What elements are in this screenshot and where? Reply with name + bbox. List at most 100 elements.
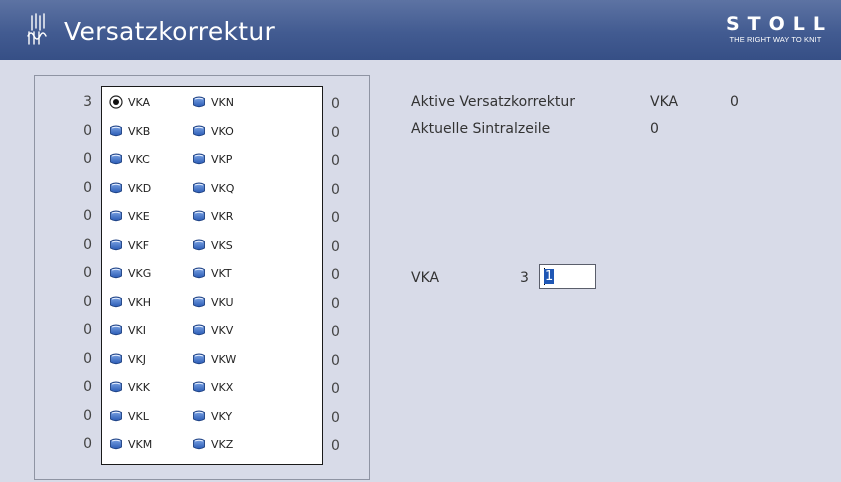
radio-unselected-icon	[192, 124, 206, 138]
option-vkw[interactable]: VKW	[192, 351, 236, 367]
option-vkt[interactable]: VKT	[192, 265, 232, 281]
option-vka[interactable]: VKA	[109, 94, 150, 110]
option-vky[interactable]: VKY	[192, 408, 232, 424]
active-correction-name: VKA	[650, 94, 679, 110]
option-vkg[interactable]: VKG	[109, 265, 151, 281]
option-vkq[interactable]: VKQ	[192, 180, 234, 196]
row-right-value: 0	[331, 210, 340, 226]
option-vki[interactable]: VKI	[109, 322, 146, 338]
radio-unselected-icon	[192, 266, 206, 280]
row-right-value: 0	[331, 125, 340, 141]
option-vkz[interactable]: VKZ	[192, 436, 233, 452]
row-left-value: 0	[83, 265, 92, 281]
option-label: VKZ	[211, 437, 234, 451]
option-vkf[interactable]: VKF	[109, 237, 149, 253]
brand-logo: STOLL THE RIGHT WAY TO KNIT	[718, 13, 833, 45]
option-label: VKB	[128, 124, 151, 138]
title-bar: Versatzkorrektur STOLL THE RIGHT WAY TO …	[0, 0, 841, 60]
radio-unselected-icon	[109, 295, 123, 309]
row-right-value: 0	[331, 182, 340, 198]
radio-unselected-icon	[109, 181, 123, 195]
row-left-value: 0	[83, 351, 92, 367]
radio-unselected-icon	[109, 380, 123, 394]
option-vkk[interactable]: VKK	[109, 379, 150, 395]
row-right-value: 0	[331, 381, 340, 397]
option-label: VKJ	[128, 352, 146, 366]
radio-unselected-icon	[109, 352, 123, 366]
row-right-value: 0	[331, 410, 340, 426]
row-right-value: 0	[331, 153, 340, 169]
radio-unselected-icon	[109, 238, 123, 252]
radio-unselected-icon	[192, 209, 206, 223]
option-label: VKS	[211, 238, 233, 252]
option-vkb[interactable]: VKB	[109, 123, 150, 139]
radio-unselected-icon	[192, 437, 206, 451]
option-label: VKG	[128, 266, 152, 280]
brand-name: STOLL	[725, 13, 833, 35]
active-correction-value: 0	[730, 94, 739, 110]
row-left-value: 0	[83, 180, 92, 196]
editor-number: 3	[520, 270, 529, 286]
option-label: VKI	[128, 323, 146, 337]
row-left-value: 3	[83, 94, 92, 110]
row-right-value: 0	[331, 296, 340, 312]
row-left-value: 0	[83, 151, 92, 167]
radio-unselected-icon	[109, 152, 123, 166]
radio-unselected-icon	[109, 437, 123, 451]
row-left-value: 0	[83, 208, 92, 224]
option-vkl[interactable]: VKL	[109, 408, 149, 424]
radio-unselected-icon	[109, 209, 123, 223]
radio-unselected-icon	[109, 266, 123, 280]
option-label: VKD	[128, 181, 152, 195]
radio-unselected-icon	[192, 380, 206, 394]
row-left-value: 0	[83, 408, 92, 424]
option-label: VKO	[211, 124, 234, 138]
radio-unselected-icon	[192, 152, 206, 166]
radio-unselected-icon	[192, 238, 206, 252]
row-right-value: 0	[331, 438, 340, 454]
radio-unselected-icon	[109, 409, 123, 423]
row-left-value: 0	[83, 294, 92, 310]
radio-unselected-icon	[192, 409, 206, 423]
option-vkm[interactable]: VKM	[109, 436, 152, 452]
option-label: VKW	[211, 352, 237, 366]
option-vkj[interactable]: VKJ	[109, 351, 146, 367]
option-label: VKF	[128, 238, 150, 252]
option-vku[interactable]: VKU	[192, 294, 234, 310]
offset-value-text: 1	[544, 269, 555, 284]
option-vko[interactable]: VKO	[192, 123, 234, 139]
row-left-value: 0	[83, 322, 92, 338]
radio-unselected-icon	[192, 95, 206, 109]
option-label: VKU	[211, 295, 234, 309]
option-label: VKN	[211, 95, 234, 109]
option-label: VKL	[128, 409, 149, 423]
option-vke[interactable]: VKE	[109, 208, 150, 224]
current-line-label: Aktuelle Sintralzeile	[411, 121, 551, 137]
option-vks[interactable]: VKS	[192, 237, 233, 253]
needle-bed-icon	[26, 10, 50, 46]
option-vkp[interactable]: VKP	[192, 151, 232, 167]
radio-unselected-icon	[109, 323, 123, 337]
radio-unselected-icon	[192, 352, 206, 366]
row-right-value: 0	[331, 239, 340, 255]
radio-unselected-icon	[109, 124, 123, 138]
offset-value-input[interactable]: 1	[539, 264, 596, 289]
option-vkh[interactable]: VKH	[109, 294, 151, 310]
option-vkr[interactable]: VKR	[192, 208, 233, 224]
option-label: VKY	[211, 409, 233, 423]
option-label: VKA	[128, 95, 151, 109]
option-vkc[interactable]: VKC	[109, 151, 150, 167]
brand-tagline: THE RIGHT WAY TO KNIT	[729, 35, 822, 44]
option-label: VKH	[128, 295, 152, 309]
row-right-value: 0	[331, 353, 340, 369]
radio-selected-icon	[109, 95, 123, 109]
option-vkd[interactable]: VKD	[109, 180, 151, 196]
option-label: VKX	[211, 380, 234, 394]
option-label: VKC	[128, 152, 150, 166]
option-vkv[interactable]: VKV	[192, 322, 233, 338]
option-vkn[interactable]: VKN	[192, 94, 234, 110]
current-line-value: 0	[650, 121, 659, 137]
option-vkx[interactable]: VKX	[192, 379, 233, 395]
option-label: VKK	[128, 380, 150, 394]
option-label: VKE	[128, 209, 150, 223]
